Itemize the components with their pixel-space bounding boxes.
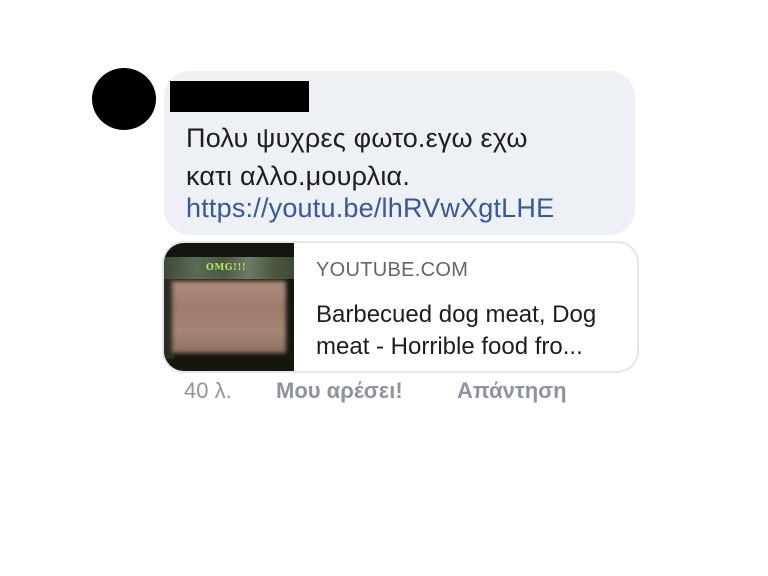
comment-text-line-2: κατι αλλο.μουρλια. <box>186 161 411 191</box>
video-thumbnail[interactable]: OMG!!! <box>164 243 294 371</box>
link-domain: YOUTUBE.COM <box>316 259 469 281</box>
comment-link[interactable]: https://youtu.be/lhRVwXgtLHE <box>186 191 554 225</box>
screenshot-stage: Πολυ ψυχρες φωτο.εγω εχω κατι αλλο.μουρλ… <box>0 0 768 576</box>
link-preview-card[interactable]: OMG!!! YOUTUBE.COM Barbecued dog meat, D… <box>162 241 639 373</box>
comment-thread: Πολυ ψυχρες φωτο.εγω εχω κατι αλλο.μουρλ… <box>0 0 660 412</box>
thumbnail-caption: OMG!!! <box>206 263 247 273</box>
comment-text: Πολυ ψυχρες φωτο.εγω εχω κατι αλλο.μουρλ… <box>186 119 626 195</box>
reply-button[interactable]: Απάντηση <box>457 374 567 408</box>
comment-text-line-1: Πολυ ψυχρες φωτο.εγω εχω <box>186 123 528 153</box>
like-button[interactable]: Μου αρέσει! <box>276 374 403 408</box>
avatar[interactable] <box>92 68 156 130</box>
thumbnail-blurred-image <box>172 281 286 353</box>
link-title[interactable]: Barbecued dog meat, Dog meat - Horrible … <box>316 299 626 363</box>
comment-timestamp[interactable]: 40 λ. <box>184 374 232 408</box>
author-name-redacted[interactable] <box>170 81 309 112</box>
